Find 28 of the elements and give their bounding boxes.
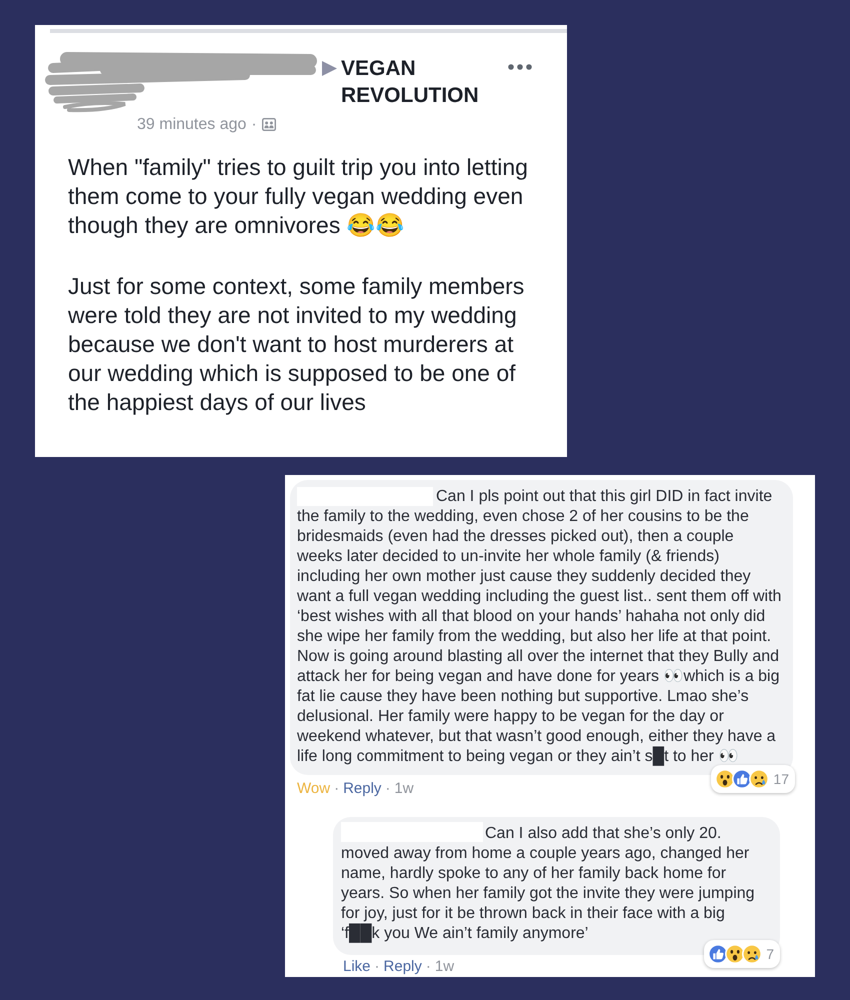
post-text: When "family" tries to guilt trip you into letting them come to your fully vegan wedding even though they are omnivores 😂😂 [68, 153, 529, 240]
group-name[interactable]: VEGAN REVOLUTION [341, 54, 491, 108]
post-text: Just for some context, some family members were told they are not invited to my wedding because we don't want to host murderers at our wedding which is supposed to be one of the happiest days of our lives [68, 272, 526, 417]
reaction-link[interactable]: Like [343, 958, 371, 976]
separator: · [426, 958, 431, 976]
surprised-face-icon [715, 769, 736, 789]
surprised-face-icon [725, 944, 746, 964]
sad-face-icon [749, 769, 770, 789]
separator: · [334, 780, 340, 798]
reaction-count: 17 [773, 771, 789, 787]
more-icon[interactable] [508, 64, 532, 70]
reaction-count: 7 [766, 946, 774, 962]
comment-time: 1w [434, 958, 454, 976]
right-triangle-icon [322, 60, 337, 76]
comment-time: 1w [394, 780, 414, 798]
reply-link[interactable]: Reply [384, 958, 422, 976]
separator: · [251, 114, 257, 134]
separator: · [385, 780, 390, 798]
reaction-summary[interactable]: 7 [704, 940, 780, 968]
reply-link[interactable]: Reply [343, 780, 382, 798]
reaction-summary[interactable]: 17 [711, 765, 795, 793]
thumbs-up-icon [708, 944, 728, 964]
separator: · [374, 958, 380, 976]
thumbs-up-icon [732, 769, 752, 789]
group-icon [262, 118, 276, 131]
sad-face-icon [742, 944, 762, 964]
timestamp: 39 minutes ago [137, 114, 246, 134]
comment-text: Can I pls point out that this girl DID in fact invite the family to the wedding, even chose 2 of her cousins to be the bridesmaids (even had the dresses picked out), then a couple weeks later decided to un-invite her whole family (& friends) including her own mother just cause they suddenly decided they want a full vegan wedding including the guest list.. sent them off with ‘best wishes with all that blood on your hands’ hahaha not only did she wipe her family from the wedding, but also her life at that point. Now is going around blasting all over the internet that they Bully and attack her for being vegan and have done for years 👀which is a big fat lie cause they have been nothing but supportive. Lmao she’s delusional. Her family were happy to be vegan for the day or weekend whatever, but that wasn’t good enough, either they have a life long commitment to being vegan or they ain’t s█t to her 👀 [297, 487, 782, 767]
